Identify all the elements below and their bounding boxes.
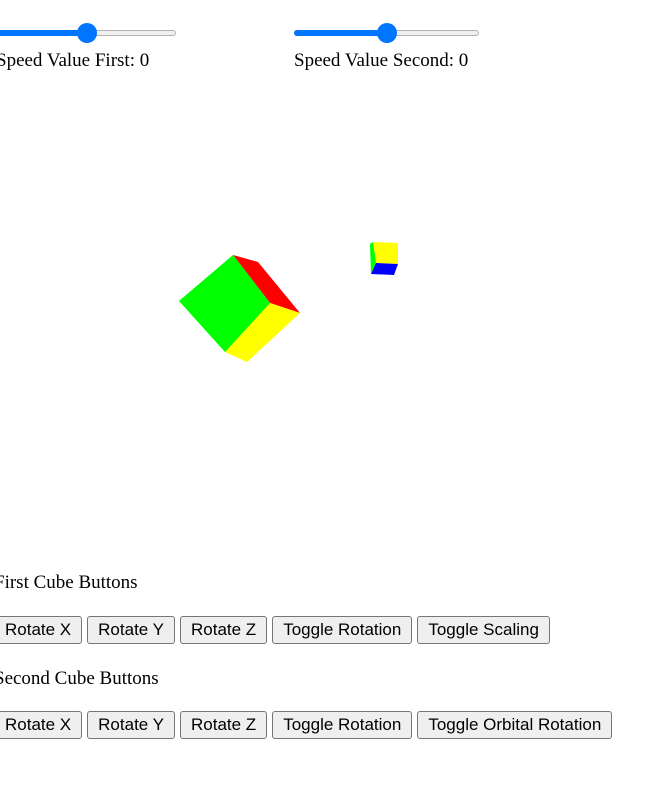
- speed-value-first-label: Speed Value First: 0: [0, 50, 150, 71]
- speed-slider-second[interactable]: [294, 23, 479, 44]
- second-cube-buttons-heading: Second Cube Buttons: [0, 668, 159, 689]
- slider-fill: [0, 30, 87, 36]
- second-cube-button-row: Rotate X Rotate Y Rotate Z Toggle Rotati…: [0, 711, 613, 739]
- second-rotate-z-button[interactable]: Rotate Z: [180, 711, 268, 739]
- second-rotate-y-button[interactable]: Rotate Y: [87, 711, 175, 739]
- speed-value-second-label: Speed Value Second: 0: [294, 50, 469, 71]
- slider-fill: [294, 30, 387, 36]
- speed-slider-first[interactable]: [0, 23, 176, 44]
- first-cube-buttons-heading: First Cube Buttons: [0, 572, 138, 593]
- first-rotate-y-button[interactable]: Rotate Y: [87, 616, 175, 644]
- second-toggle-orbital-rotation-button[interactable]: Toggle Orbital Rotation: [417, 711, 613, 739]
- cube-canvas: [0, 90, 650, 550]
- first-toggle-scaling-button[interactable]: Toggle Scaling: [417, 616, 550, 644]
- first-toggle-rotation-button[interactable]: Toggle Rotation: [272, 616, 413, 644]
- first-cube: [179, 255, 300, 362]
- second-rotate-x-button[interactable]: Rotate X: [0, 711, 83, 739]
- second-cube: [370, 242, 398, 275]
- first-cube-button-row: Rotate X Rotate Y Rotate Z Toggle Rotati…: [0, 616, 550, 644]
- first-rotate-x-button[interactable]: Rotate X: [0, 616, 83, 644]
- second-cube-face-yellow: [373, 242, 398, 264]
- slider-thumb[interactable]: [377, 23, 397, 43]
- second-toggle-rotation-button[interactable]: Toggle Rotation: [272, 711, 413, 739]
- slider-thumb[interactable]: [77, 23, 97, 43]
- first-rotate-z-button[interactable]: Rotate Z: [180, 616, 268, 644]
